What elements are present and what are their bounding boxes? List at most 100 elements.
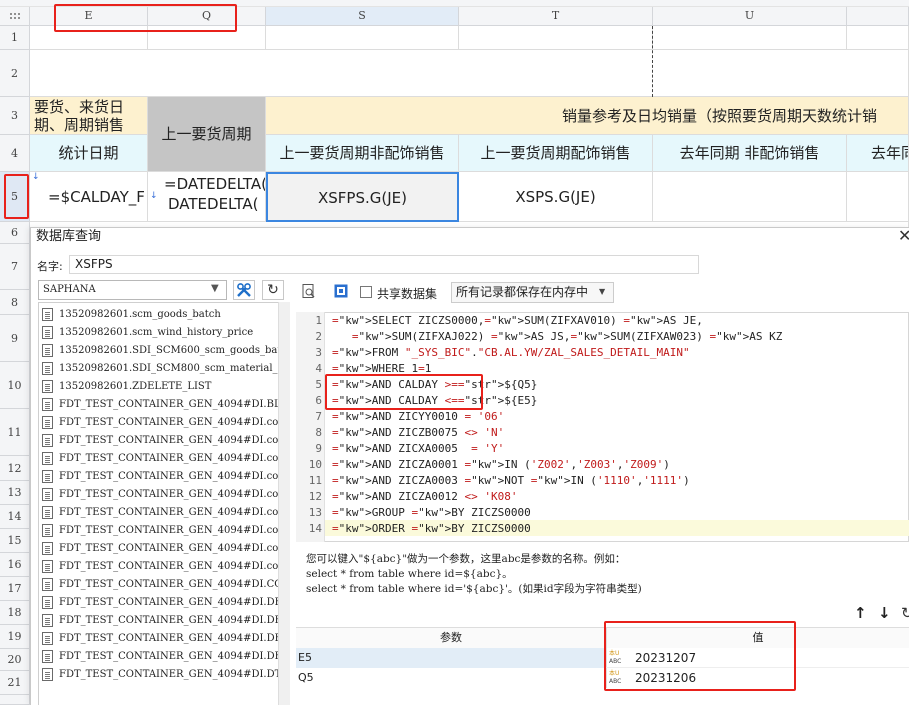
connection-select[interactable]: SAPHANA (38, 280, 227, 300)
row-header-19[interactable]: 19 (0, 625, 30, 649)
row-header-22[interactable] (0, 695, 30, 705)
table-list-item[interactable]: FDT_TEST_CONTAINER_GEN_4094#DI.DEPST (42, 611, 278, 629)
row-header-14[interactable]: 14 (0, 505, 30, 529)
table-list-item[interactable]: FDT_TEST_CONTAINER_GEN_4094#DI.com.s (42, 539, 278, 557)
cell-e4[interactable]: 统计日期 (30, 135, 148, 172)
cell-u5[interactable] (653, 172, 847, 222)
row-header-16[interactable]: 16 (0, 553, 30, 577)
row-header-5[interactable]: 5 (0, 172, 30, 222)
sql-line[interactable]: 7 ="kw">AND ZICYY0010 = '06' (296, 409, 906, 425)
cell-v5[interactable] (847, 172, 909, 222)
move-up-icon[interactable]: ↑ (854, 604, 867, 622)
row-header-9[interactable]: 9 (0, 315, 30, 362)
row-header-20[interactable]: 20 (0, 649, 30, 671)
cell-s1[interactable] (266, 26, 459, 50)
tools-button[interactable] (233, 280, 255, 300)
cell-v4[interactable]: 去年同 (847, 135, 909, 172)
param-value-e5[interactable]: 20231207 (635, 648, 696, 668)
sql-line[interactable]: 6 ="kw">AND CALDAY <=="str">${E5} (296, 393, 906, 409)
cell-e1[interactable] (30, 26, 148, 50)
row-header-17[interactable]: 17 (0, 577, 30, 601)
cell-s5-selected[interactable]: XSFPS.G(JE) (266, 172, 459, 222)
move-down-icon[interactable]: ↓ (878, 604, 891, 622)
row-header-3[interactable]: 3 (0, 97, 30, 135)
cell-s4[interactable]: 上一要货周期非配饰销售 (266, 135, 459, 172)
row-header-7[interactable]: 7 (0, 244, 30, 290)
table-list-item[interactable]: 13520982601.scm_goods_batch (42, 305, 278, 323)
memory-mode-select[interactable]: 所有记录都保存在内存中 (451, 282, 614, 303)
sheet-corner[interactable] (0, 7, 30, 26)
table-list-item[interactable]: FDT_TEST_CONTAINER_GEN_4094#DI.com.s (42, 557, 278, 575)
cell-s3-merged[interactable]: 销量参考及日均销量（按照要货周期天数统计销 (266, 97, 909, 135)
sql-line[interactable]: 1 ="kw">SELECT ZICZS0000,="kw">SUM(ZIFXAV… (296, 313, 906, 329)
sql-line[interactable]: 9 ="kw">AND ZICXA0005 = 'Y' (296, 441, 906, 457)
table-list-item[interactable]: 13520982601.scm_wind_history_price (42, 323, 278, 341)
sql-line[interactable]: 5 ="kw">AND CALDAY >=="str">${Q5} (296, 377, 906, 393)
param-value-q5[interactable]: 20231206 (635, 668, 696, 688)
table-list-item[interactable]: 13520982601.SDI_SCM800_scm_material_ (42, 359, 278, 377)
chevron-down-icon[interactable]: ▼ (211, 283, 219, 294)
column-header-t[interactable]: T (459, 7, 653, 26)
row-header-4[interactable]: 4 (0, 135, 30, 172)
parameters-button[interactable] (333, 283, 349, 299)
close-icon[interactable]: ✕ (898, 228, 909, 244)
table-list-item[interactable]: FDT_TEST_CONTAINER_GEN_4094#DI.com.s (42, 485, 278, 503)
cell-v1[interactable] (847, 26, 909, 50)
row-header-11[interactable]: 11 (0, 409, 30, 456)
sql-line[interactable]: 13 ="kw">GROUP ="kw">BY ZICZS0000 (296, 505, 906, 521)
row-header-15[interactable]: 15 (0, 529, 30, 553)
sql-line[interactable]: 12 ="kw">AND ZICZA0012 <> 'K08' (296, 489, 906, 505)
table-list-item[interactable]: FDT_TEST_CONTAINER_GEN_4094#DI.com.s (42, 431, 278, 449)
row-header-12[interactable]: 12 (0, 456, 30, 481)
cell-t4[interactable]: 上一要货周期配饰销售 (459, 135, 653, 172)
row-header-1[interactable]: 1 (0, 26, 30, 50)
row-header-6[interactable]: 6 (0, 222, 30, 244)
column-header-e[interactable]: E (30, 7, 148, 26)
cell-q5[interactable]: =DATEDELTA( DATEDELTA( (148, 172, 266, 222)
table-list-item[interactable]: FDT_TEST_CONTAINER_GEN_4094#DI.com.s (42, 503, 278, 521)
row-2-area[interactable] (30, 50, 909, 97)
sql-line[interactable]: 8 ="kw">AND ZICZB0075 <> 'N' (296, 425, 906, 441)
cell-e5[interactable]: =$CALDAY_F (30, 172, 148, 222)
cell-q1[interactable] (148, 26, 266, 50)
column-header-s[interactable]: S (266, 7, 459, 26)
table-list-item[interactable]: FDT_TEST_CONTAINER_GEN_4094#DI.BLOB_ (42, 395, 278, 413)
share-dataset-checkbox[interactable] (360, 286, 372, 298)
sql-line[interactable]: 11 ="kw">AND ZICZA0003 ="kw">NOT ="kw">IN… (296, 473, 906, 489)
column-header-u[interactable]: U (653, 7, 847, 26)
table-list-item[interactable]: FDT_TEST_CONTAINER_GEN_4094#DI.com.s (42, 467, 278, 485)
table-list-item[interactable]: FDT_TEST_CONTAINER_GEN_4094#DI.com.s (42, 449, 278, 467)
cell-t1[interactable] (459, 26, 653, 50)
row-header-10[interactable]: 10 (0, 362, 30, 409)
sql-line[interactable]: 2 ="kw">SUM(ZIFXAJ022) ="kw">AS JS,="kw"… (296, 329, 906, 345)
cell-q3-q4[interactable]: 上一要货周期 (148, 97, 266, 172)
table-list-item[interactable]: 13520982601.SDI_SCM600_scm_goods_bat (42, 341, 278, 359)
table-list-item[interactable]: FDT_TEST_CONTAINER_GEN_4094#DI.DEPST (42, 647, 278, 665)
tree-scrollbar[interactable] (278, 302, 290, 705)
table-list-item[interactable]: FDT_TEST_CONTAINER_GEN_4094#DI.com.s (42, 413, 278, 431)
cell-u1[interactable] (653, 26, 847, 50)
row-header-2[interactable]: 2 (0, 50, 30, 97)
refresh-params-icon[interactable]: ↻ (901, 604, 909, 622)
table-list-item[interactable]: 13520982601.ZDELETE_LIST (42, 377, 278, 395)
cell-t5[interactable]: XSPS.G(JE) (459, 172, 653, 222)
table-list-item[interactable]: FDT_TEST_CONTAINER_GEN_4094#DI.DEPST (42, 629, 278, 647)
cell-e3[interactable]: 要货、来货日期、周期销售 (30, 97, 148, 135)
refresh-button[interactable]: ↻ (262, 280, 284, 300)
table-list-item[interactable]: FDT_TEST_CONTAINER_GEN_4094#DI.DEPLO (42, 593, 278, 611)
column-header-next[interactable] (847, 7, 909, 26)
row-header-8[interactable]: 8 (0, 290, 30, 315)
preview-button[interactable] (301, 283, 317, 299)
sql-line[interactable]: 10 ="kw">AND ZICZA0001 ="kw">IN ('Z002','… (296, 457, 906, 473)
table-list-item[interactable]: FDT_TEST_CONTAINER_GEN_4094#DI.DTC_L (42, 665, 278, 683)
chevron-down-icon[interactable]: ▼ (599, 287, 605, 296)
table-list-item[interactable]: FDT_TEST_CONTAINER_GEN_4094#DI.CONFI (42, 575, 278, 593)
cell-u4[interactable]: 去年同期 非配饰销售 (653, 135, 847, 172)
table-list-item[interactable]: FDT_TEST_CONTAINER_GEN_4094#DI.com.s (42, 521, 278, 539)
sql-line[interactable]: 4 ="kw">WHERE 1=1 (296, 361, 906, 377)
column-header-q[interactable]: Q (148, 7, 266, 26)
row-header-18[interactable]: 18 (0, 601, 30, 625)
sql-line[interactable]: 3 ="kw">FROM "_SYS_BIC"."CB.AL.YW/ZAL_SAL… (296, 345, 906, 361)
row-header-21[interactable]: 21 (0, 671, 30, 695)
row-header-13[interactable]: 13 (0, 481, 30, 505)
